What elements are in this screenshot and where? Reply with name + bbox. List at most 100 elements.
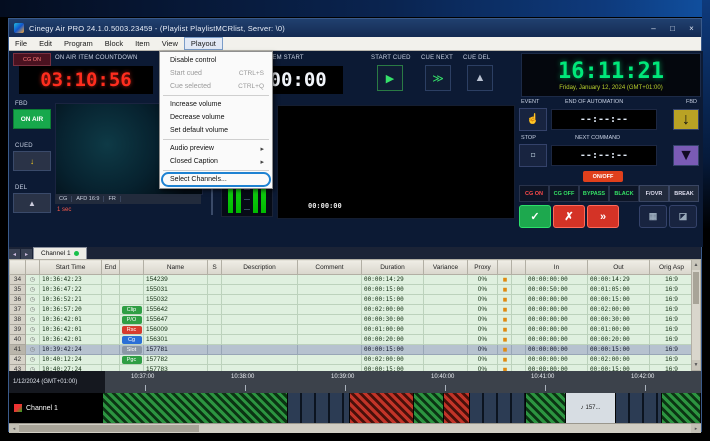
cg-on-toggle[interactable]: CG ON [13,53,51,66]
menu-edit[interactable]: Edit [33,37,58,50]
playlist-row[interactable]: 38 ◷ 10:36:42:01 P/O 155647 00:00:30:00 0% ▮▮ 00… [9,314,694,325]
cell-s [207,344,222,355]
cell-end [101,304,120,315]
cue-del-button[interactable]: ▲ [467,65,493,91]
strip-segments[interactable]: ♪ 157... [103,393,701,423]
close-button[interactable]: × [682,19,701,37]
menu-item-set-default-volume[interactable]: Set default volume [160,124,272,137]
onoff-button[interactable]: ON/OFF [583,171,623,182]
scroll-left-arrow[interactable]: ◂ [9,424,19,433]
cg-on-status[interactable]: CG ON [519,185,549,202]
column-header-description[interactable]: Description [221,259,298,275]
playlist-row[interactable]: 37 ◷ 10:36:57:20 Clip 155642 00:02:00:00 0% ▮▮ 0… [9,304,694,315]
del-button[interactable]: ▲ [13,193,51,213]
playlist-row[interactable]: 39 ◷ 10:36:42:01 Rsc 156009 00:01:00:00 0% ▮▮ 00… [9,324,694,335]
playlist-row[interactable]: 36 ◷ 10:36:52:21 155032 00:00:15:00 0% ▮▮ 00:00… [9,294,694,305]
next-command-button[interactable]: ▼ [673,145,699,166]
break-button[interactable]: BREAK [669,185,699,202]
fbd-load-button[interactable]: ↓ [673,109,699,130]
menu-item-cue-selected[interactable]: Cue selected CTRL+Q [160,80,272,93]
on-air-button[interactable]: ON AIR [13,109,51,129]
column-header-proxy[interactable]: Proxy [467,259,498,275]
cued-video-monitor: 00:00:00 [277,105,515,219]
row-status-icon: ◷ [25,354,40,365]
horizontal-scrollbar[interactable]: ◂ ▸ [9,423,701,433]
cg-off-status[interactable]: CG OFF [549,185,579,202]
minimize-button[interactable]: – [644,19,663,37]
fovr-settings-button[interactable]: ▦ [639,205,667,228]
cell-status2 [511,294,526,305]
column-header[interactable] [119,259,144,275]
confirm-button[interactable]: ✓ [519,205,551,228]
strip-segment-green[interactable] [662,393,701,423]
column-header-out[interactable]: Out [587,259,650,275]
hscroll-thumb[interactable] [19,425,199,432]
menu-item-decrease-volume[interactable]: Decrease volume [160,111,272,124]
playlist-row[interactable]: 42 ◷ 10:40:12:24 Pgc 157782 00:02:00:00 0% ▮▮ 00… [9,354,694,365]
menu-item-increase-volume[interactable]: Increase volume [160,98,272,111]
next-command-time: --:--:-- [551,145,657,166]
column-header-in[interactable]: In [525,259,588,275]
playlist-vertical-scrollbar[interactable]: ▲ ▼ [691,259,701,371]
tab-scroll-left[interactable]: ◂ [9,249,20,259]
cancel-button[interactable]: ✗ [553,205,585,228]
menu-item-start-cued[interactable]: Start cued CTRL+S [160,67,272,80]
strip-segment-green[interactable] [103,393,288,423]
menu-file[interactable]: File [9,37,33,50]
tab-channel-1[interactable]: Channel 1 [33,247,87,259]
column-header[interactable] [25,259,40,275]
start-cued-button[interactable]: ▶ [377,65,403,91]
strip-segment-red[interactable] [350,393,414,423]
strip-segment-green[interactable] [414,393,444,423]
menu-program[interactable]: Program [58,37,99,50]
menu-block[interactable]: Block [99,37,129,50]
playlist-row[interactable]: 35 ◷ 10:36:47:22 155031 00:00:15:00 0% ▮▮ 00:00… [9,284,694,295]
timeline-ruler[interactable]: 1/12/2024 (GMT+01:00) 10:37:00 10:38:00 10… [9,371,701,393]
strip-segment-green[interactable] [526,393,566,423]
strip-segment-thumbs[interactable] [288,393,350,423]
tab-scroll-right[interactable]: ▸ [21,249,32,259]
column-header-comment[interactable]: Comment [297,259,362,275]
column-header-duration[interactable]: Duration [361,259,424,275]
fovr-button[interactable]: F/OVR [639,185,669,202]
scroll-right-arrow[interactable]: ▸ [691,424,701,433]
break-settings-button[interactable]: ◪ [669,205,697,228]
title-bar[interactable]: Cinegy Air PRO 24.1.0.5003.23459 - (Play… [9,19,701,37]
strip-segment-thumbs[interactable] [470,393,526,423]
column-header-orig-asp[interactable]: Orig Asp [649,259,694,275]
event-hand-button[interactable]: ☝ [519,108,547,131]
menu-item-closed-caption[interactable]: Closed Caption ▸ [160,155,272,168]
black-status[interactable]: BLACK [609,185,639,202]
cue-next-button[interactable]: ≫ [425,65,451,91]
column-header-end[interactable]: End [101,259,120,275]
skip-button[interactable]: » [587,205,619,228]
bypass-status[interactable]: BYPASS [579,185,609,202]
column-header-s[interactable]: S [207,259,222,275]
scroll-down-arrow[interactable]: ▼ [692,360,700,370]
cell-s [207,294,222,305]
menu-item-disable-control[interactable]: Disable control [160,54,272,67]
column-header[interactable] [497,259,512,275]
playlist-row[interactable]: 40 ◷ 10:36:42:01 Cg 156301 00:00:20:00 0% ▮▮ 00:… [9,334,694,345]
cued-load-button[interactable]: ↓ [13,151,51,171]
strip-segment-thumbs[interactable] [616,393,662,423]
column-header-name[interactable]: Name [143,259,208,275]
menu-playout[interactable]: Playout [183,37,223,50]
strip-segment-label[interactable]: ♪ 157... [566,393,616,423]
strip-segment-red[interactable] [444,393,470,423]
column-header-start-time[interactable]: Start Time [39,259,102,275]
playlist-row[interactable]: 34 ◷ 10:36:42:23 154239 00:00:14:29 0% ▮▮ 00:00… [9,274,694,285]
playlist-row[interactable]: 41 ◷ 10:39:42:24 Slot 157781 00:00:15:00 0% ▮▮ 0… [9,344,694,355]
menu-item-select-channels[interactable]: Select Channels... [160,172,272,187]
menu-item-audio-preview[interactable]: Audio preview ▸ [160,142,272,155]
stop-button[interactable]: ▫ [519,144,547,167]
column-header-variance[interactable]: Variance [423,259,468,275]
scrollbar-thumb[interactable] [693,272,699,304]
scroll-up-arrow[interactable]: ▲ [692,260,700,270]
maximize-button[interactable]: □ [663,19,682,37]
menu-view[interactable]: View [156,37,184,50]
arrow-down-icon: ▼ [693,362,699,368]
menu-item[interactable]: Item [129,37,156,50]
column-header[interactable] [9,259,26,275]
column-header[interactable] [511,259,526,275]
